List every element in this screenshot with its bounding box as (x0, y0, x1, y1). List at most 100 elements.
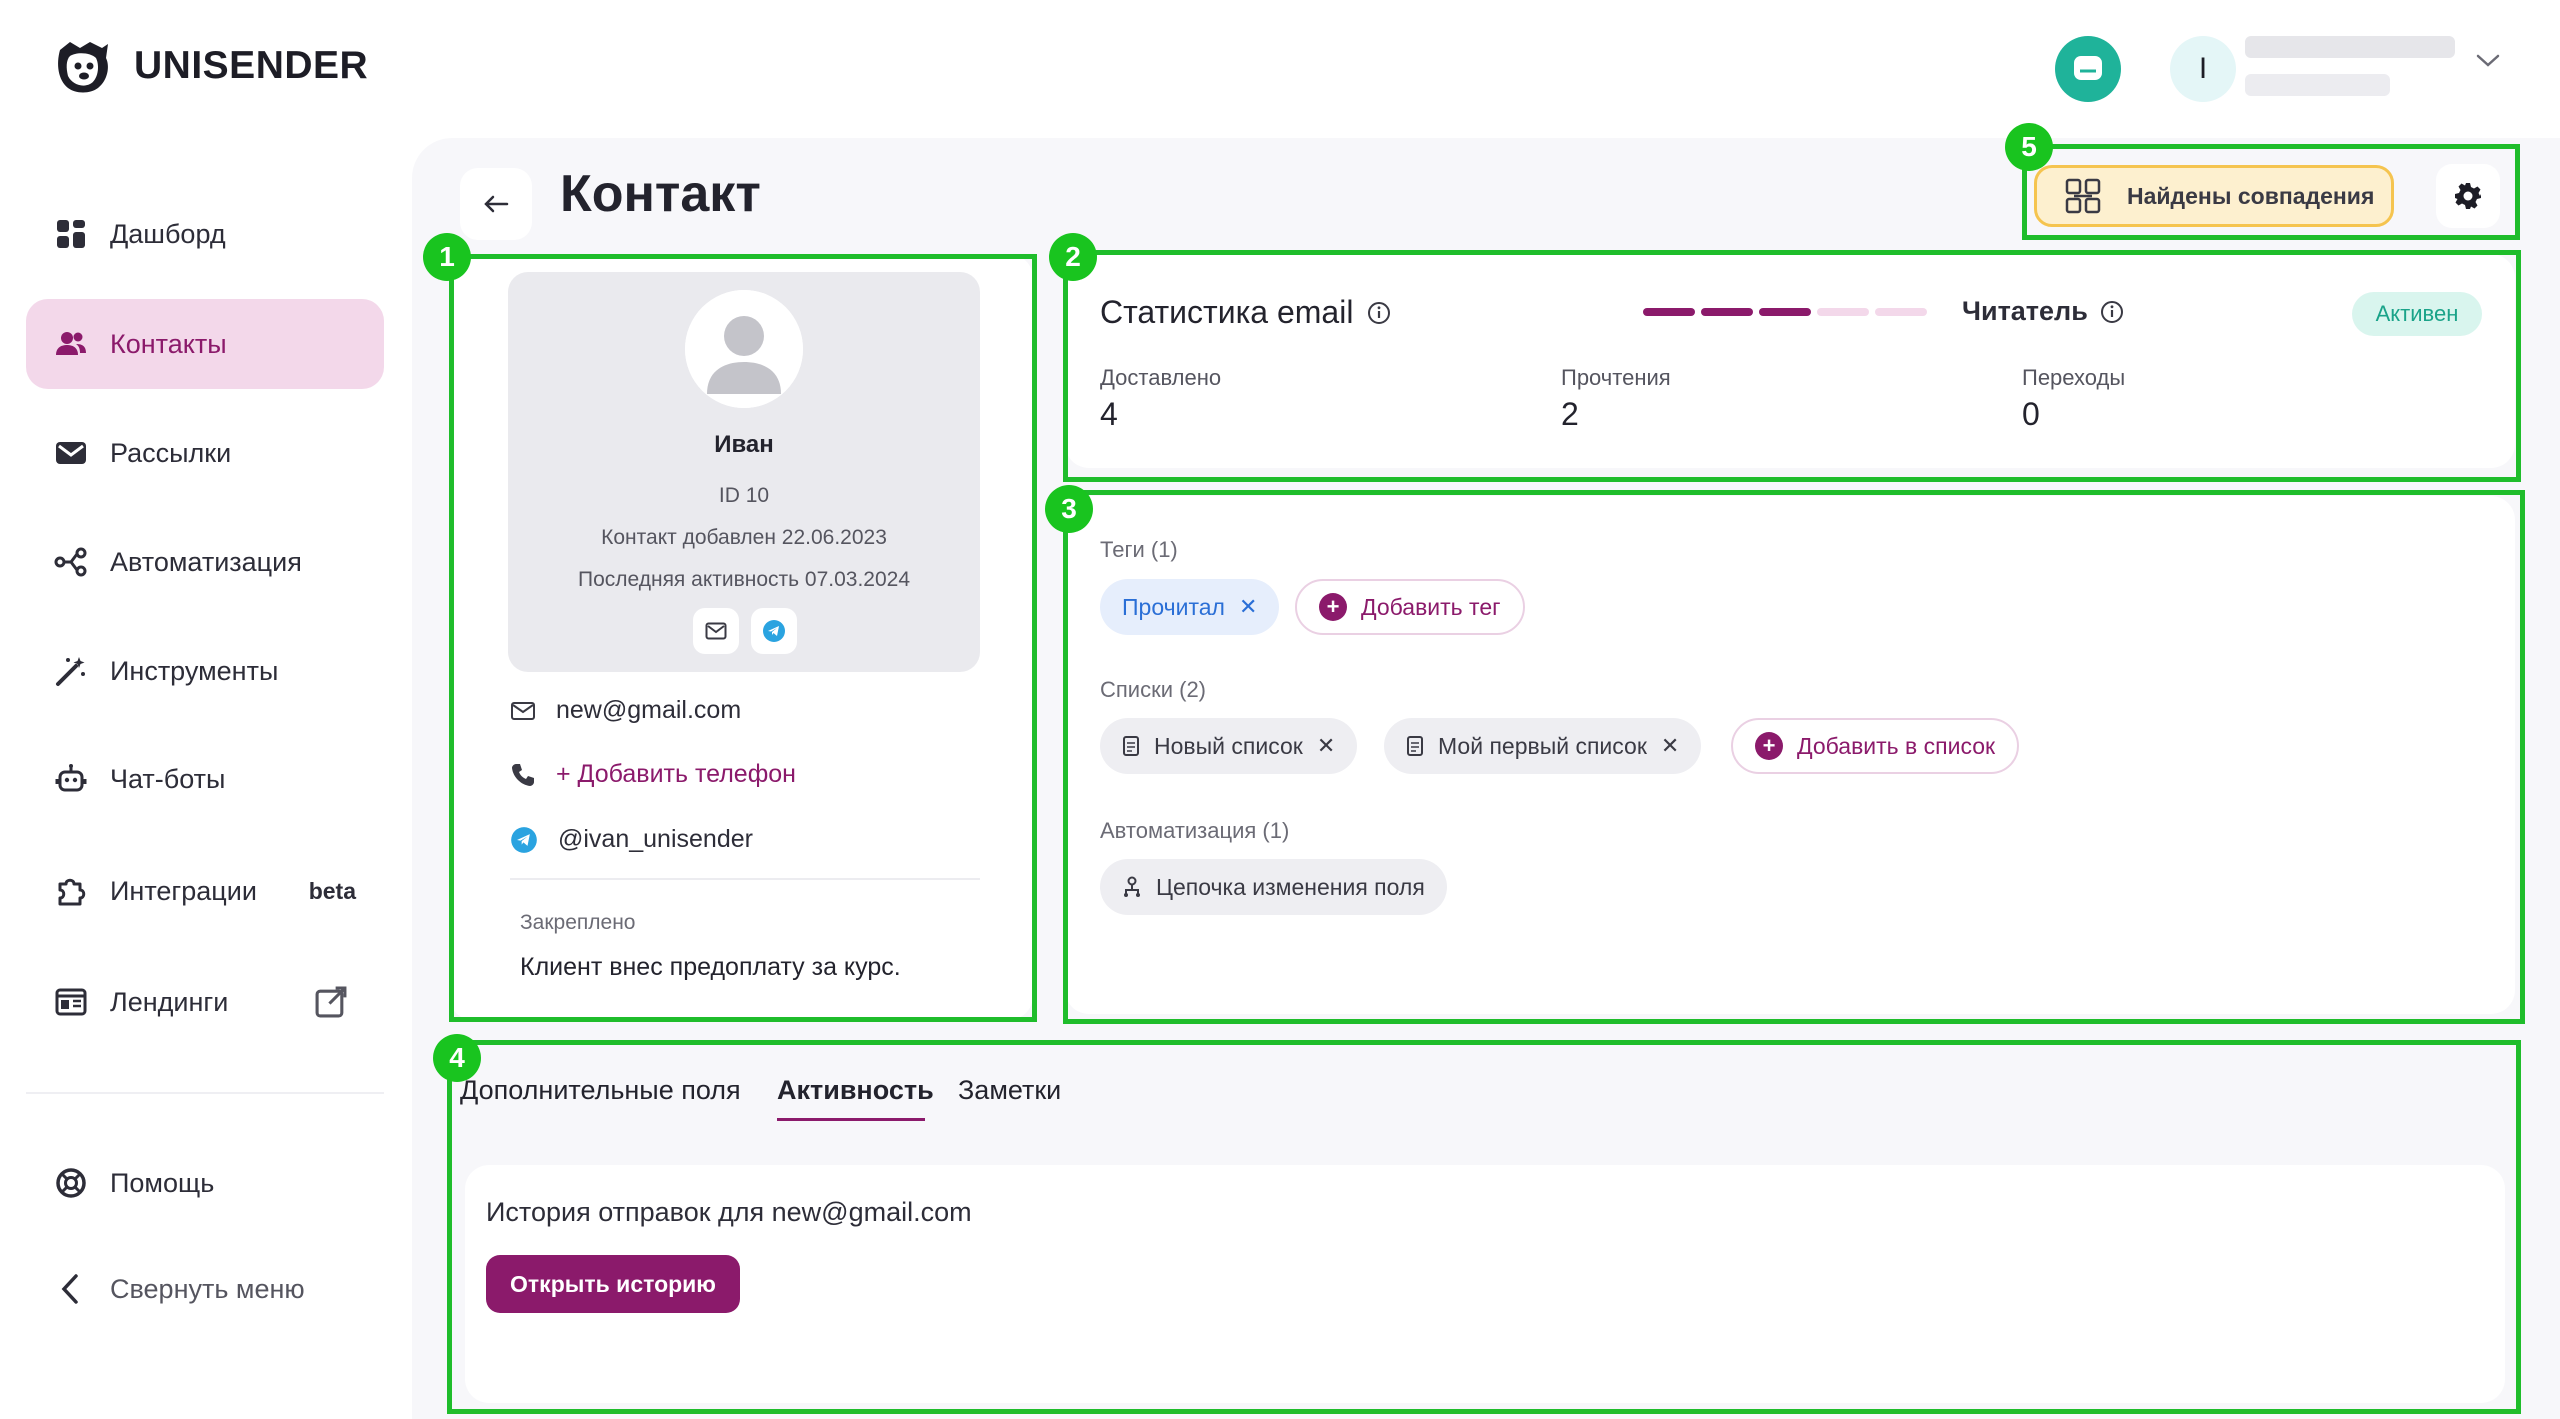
sidebar-item-label: Дашборд (110, 218, 226, 249)
settings-button[interactable] (2436, 164, 2500, 228)
annotation-marker-5: 5 (2005, 123, 2053, 171)
metric-opens-value: 2 (1561, 396, 1579, 432)
flow-icon (1124, 876, 1140, 897)
automation-chip[interactable]: Цепочка изменения поля (1100, 859, 1447, 915)
tab-additional-fields[interactable]: Дополнительные поля (460, 1075, 741, 1106)
back-button[interactable] (460, 168, 532, 240)
email-stats-title: Статистика email (1100, 294, 1391, 331)
contact-email-row[interactable]: new@gmail.com (510, 696, 741, 725)
meter-segment-empty (1817, 308, 1869, 316)
sidebar-item-landings[interactable]: Лендинги (26, 957, 384, 1047)
puzzle-icon (58, 878, 86, 906)
plus-icon: + (1319, 593, 1347, 621)
sidebar-item-automation[interactable]: Автоматизация (26, 517, 384, 607)
contact-email: new@gmail.com (556, 696, 742, 724)
sidebar-item-dashboard[interactable]: Дашборд (26, 189, 384, 279)
tag-label: Прочитал (1122, 593, 1225, 620)
sidebar-item-chatbots[interactable]: Чат-боты (26, 734, 384, 824)
metric-delivered-value: 4 (1100, 396, 1118, 432)
landing-icon (55, 988, 87, 1016)
brand-name: UNISENDER (134, 44, 369, 87)
envelope-icon (511, 701, 535, 720)
tag-chip[interactable]: Прочитал ✕ (1100, 579, 1280, 635)
metric-delivered-label: Доставлено (1100, 365, 1222, 390)
chevron-down-icon[interactable] (2474, 52, 2502, 70)
contact-telegram: @ivan_unisender (558, 825, 753, 853)
remove-tag-icon[interactable]: ✕ (1239, 594, 1257, 620)
pinned-label: Закреплено (520, 911, 636, 934)
sidebar-item-integrations[interactable]: Интеграции beta (26, 846, 384, 936)
user-email-blurred[interactable] (2245, 74, 2390, 96)
telegram-icon (763, 620, 785, 642)
list-chip[interactable]: Мой первый список ✕ (1384, 718, 1702, 774)
sidebar-item-label: Интеграции (110, 875, 257, 906)
telegram-icon (511, 826, 537, 853)
info-icon[interactable] (2100, 300, 2124, 324)
support-chat-button[interactable] (2055, 36, 2121, 102)
metric-opens-label: Прочтения (1561, 365, 1671, 390)
meter-segment-filled (1759, 308, 1811, 316)
status-badge: Активен (2352, 292, 2482, 336)
tab-notes[interactable]: Заметки (958, 1075, 1061, 1106)
collapse-menu-button[interactable]: Свернуть меню (26, 1244, 384, 1334)
sidebar-item-label: Автоматизация (110, 546, 302, 577)
metric-clicks-value: 0 (2022, 396, 2040, 432)
mail-icon (56, 442, 86, 464)
user-placeholder-icon (685, 290, 803, 408)
remove-list-icon[interactable]: ✕ (1661, 733, 1679, 759)
add-tag-button[interactable]: + Добавить тег (1295, 579, 1525, 635)
info-icon[interactable] (1367, 301, 1391, 325)
collapse-menu-label: Свернуть меню (110, 1273, 305, 1304)
sidebar-item-campaigns[interactable]: Рассылки (26, 408, 384, 498)
open-history-button[interactable]: Открыть историю (486, 1255, 740, 1313)
annotation-marker-2: 2 (1049, 233, 1097, 281)
reader-level: Читатель (1962, 296, 2124, 327)
magic-wand-icon (56, 657, 85, 686)
matches-found-button[interactable]: Найдены совпадения (2034, 165, 2394, 227)
meter-segment-empty (1875, 308, 1927, 316)
email-channel-button[interactable] (693, 608, 739, 654)
list-chip[interactable]: Новый список ✕ (1100, 718, 1358, 774)
annotation-box-2 (1063, 250, 2521, 482)
lifebuoy-icon (56, 1168, 86, 1198)
add-phone-link[interactable]: + Добавить телефон (510, 760, 796, 789)
profile-avatar (685, 290, 803, 408)
remove-list-icon[interactable]: ✕ (1317, 733, 1335, 759)
add-to-list-button[interactable]: + Добавить в список (1731, 718, 2020, 774)
beta-badge: beta (308, 877, 356, 904)
user-initial: I (2198, 52, 2208, 85)
sidebar-item-help[interactable]: Помощь (26, 1138, 384, 1228)
contact-telegram-row[interactable]: @ivan_unisender (510, 825, 753, 854)
list-label: Мой первый список (1438, 732, 1647, 759)
user-avatar[interactable]: I (2170, 36, 2236, 102)
reader-label: Читатель (1962, 296, 2088, 326)
phone-icon (512, 763, 534, 786)
page-title: Контакт (560, 165, 761, 223)
sidebar-item-label: Чат-боты (110, 763, 226, 794)
add-tag-label: Добавить тег (1361, 593, 1501, 620)
contact-last-activity: Последняя активность 07.03.2024 (577, 568, 911, 591)
gear-icon (2455, 183, 2481, 209)
annotation-marker-3: 3 (1045, 485, 1093, 533)
meter-segment-filled (1643, 308, 1695, 316)
pinned-note[interactable]: Клиент внес предоплату за курс. (520, 953, 901, 982)
annotation-marker-1: 1 (423, 233, 471, 281)
dashboard-icon (57, 220, 85, 248)
sidebar-item-tools[interactable]: Инструменты (26, 626, 384, 716)
plus-icon: + (1755, 732, 1783, 760)
contact-added-date: Контакт добавлен 22.06.2023 (601, 526, 887, 549)
telegram-channel-button[interactable] (751, 608, 797, 654)
tab-activity[interactable]: Активность (777, 1075, 934, 1106)
email-stats-title-text: Статистика email (1100, 294, 1354, 330)
sidebar-item-contacts[interactable]: Контакты (26, 299, 384, 389)
chevron-left-icon (61, 1274, 78, 1304)
add-phone-label: + Добавить телефон (556, 760, 796, 788)
brand-logo[interactable]: UNISENDER (50, 36, 368, 96)
sidebar-item-label: Помощь (110, 1167, 215, 1198)
automation-label: Автоматизация (1) (1100, 818, 1290, 843)
user-name-blurred[interactable] (2245, 36, 2455, 58)
sidebar-item-label: Рассылки (110, 437, 232, 468)
sidebar-item-label: Лендинги (110, 986, 229, 1017)
arrow-left-icon (484, 195, 509, 213)
sidebar-item-label: Инструменты (110, 655, 279, 686)
